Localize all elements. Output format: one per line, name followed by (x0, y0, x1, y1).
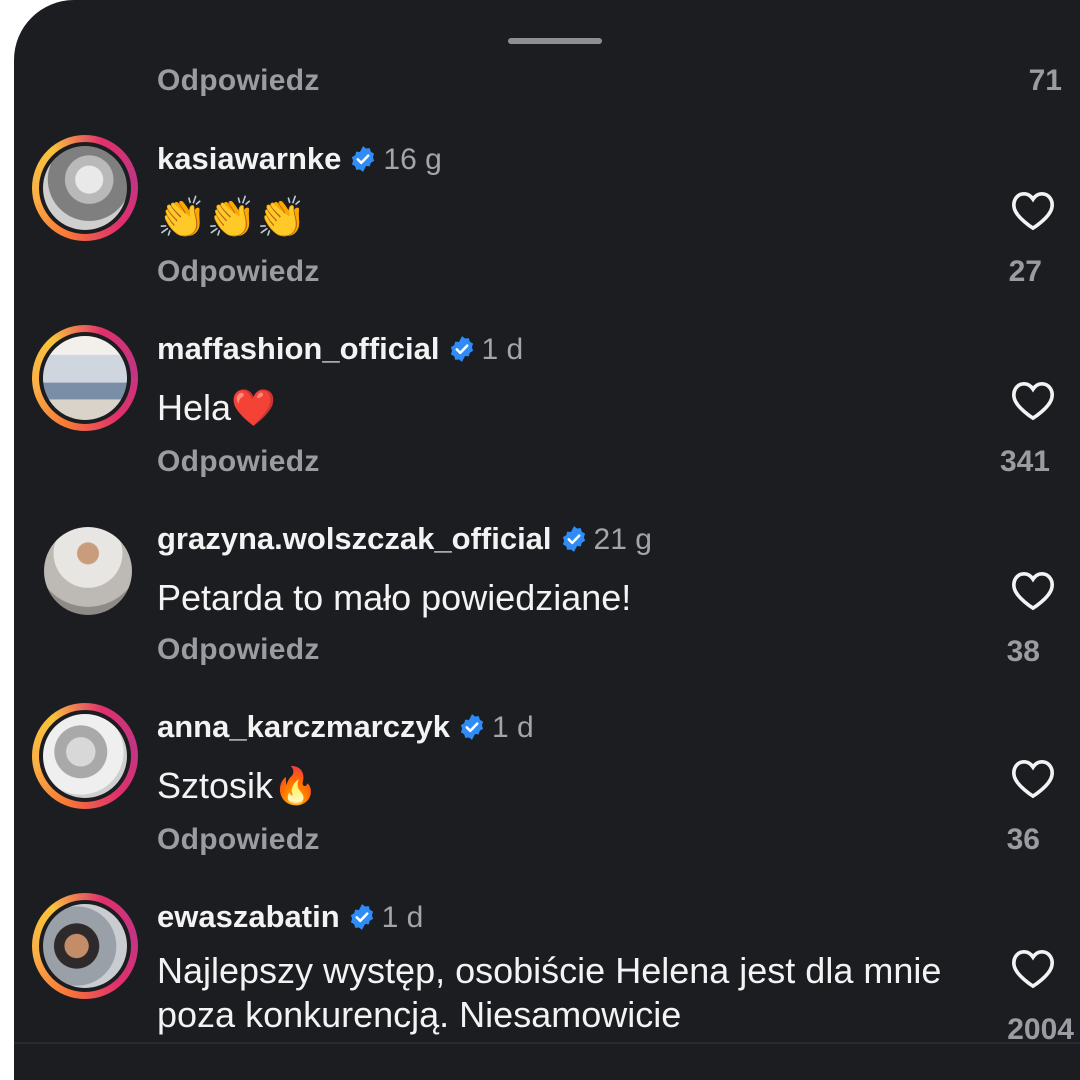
comment-item: anna_karczmarczyk 1 d Sztosik🔥 Odpowiedz … (14, 703, 1080, 893)
emoji-bar-edge (14, 1042, 1080, 1080)
heart-icon[interactable] (1010, 757, 1056, 799)
comment-text: 👏👏👏 (157, 196, 307, 240)
username[interactable]: ewaszabatin (157, 899, 340, 934)
comment-header: anna_karczmarczyk 1 d (157, 709, 534, 745)
like-count: 71 (1028, 64, 1062, 97)
avatar[interactable] (39, 710, 131, 802)
avatar[interactable] (39, 900, 131, 992)
verified-badge-icon (562, 526, 585, 552)
timestamp: 1 d (481, 333, 524, 366)
timestamp: 21 g (593, 523, 652, 556)
avatar[interactable] (39, 142, 131, 234)
like-count: 36 (1006, 823, 1040, 856)
verified-badge-icon (352, 146, 375, 172)
reply-button[interactable]: Odpowiedz (157, 64, 320, 98)
reply-button[interactable]: Odpowiedz (157, 633, 320, 667)
heart-icon[interactable] (1010, 569, 1056, 611)
verified-badge-icon (350, 904, 373, 930)
timestamp: 1 d (491, 711, 534, 744)
story-ring[interactable] (32, 325, 138, 431)
story-ring[interactable] (32, 135, 138, 241)
comment-header: kasiawarnke 16 g (157, 141, 442, 177)
comment-header: maffashion_official 1 d (157, 331, 523, 367)
reply-button[interactable]: Odpowiedz (157, 823, 320, 857)
heart-icon[interactable] (1010, 189, 1056, 231)
comment-item: kasiawarnke 16 g 👏👏👏 Odpowiedz 27 (14, 135, 1080, 325)
comment-text: Petarda to mało powiedziane! (157, 577, 632, 618)
comment-header: ewaszabatin 1 d (157, 899, 423, 935)
comment-header: grazyna.wolszczak_official 21 g (157, 521, 652, 557)
timestamp: 1 d (381, 901, 424, 934)
username[interactable]: grazyna.wolszczak_official (157, 521, 552, 556)
comment-text: Hela❤️ (157, 387, 276, 428)
avatar-frame[interactable] (32, 515, 138, 621)
reply-button[interactable]: Odpowiedz (157, 255, 320, 289)
avatar[interactable] (44, 527, 132, 615)
heart-icon[interactable] (1010, 947, 1056, 989)
reply-button[interactable]: Odpowiedz (157, 445, 320, 479)
like-count: 27 (1008, 255, 1042, 288)
comment-item: maffashion_official 1 d Hela❤️ Odpowiedz … (14, 325, 1080, 515)
timestamp: 16 g (383, 143, 442, 176)
username[interactable]: anna_karczmarczyk (157, 709, 450, 744)
drag-handle[interactable] (508, 38, 602, 44)
comment-text: Sztosik🔥 (157, 765, 318, 806)
username[interactable]: kasiawarnke (157, 141, 341, 176)
avatar[interactable] (39, 332, 131, 424)
comments-sheet: Odpowiedz 71 kasiawarnke 16 g 👏👏👏 Odpowie… (14, 0, 1080, 1080)
comment-item: grazyna.wolszczak_official 21 g Petarda t… (14, 515, 1080, 705)
username[interactable]: maffashion_official (157, 331, 440, 366)
like-count: 341 (999, 445, 1050, 478)
heart-icon[interactable] (1010, 379, 1056, 421)
verified-badge-icon (460, 714, 484, 740)
like-count: 38 (1006, 635, 1040, 668)
story-ring[interactable] (32, 893, 138, 999)
comment-text: Najlepszy występ, osobiście Helena jest … (157, 950, 942, 1035)
story-ring[interactable] (32, 703, 138, 809)
verified-badge-icon (450, 336, 473, 362)
